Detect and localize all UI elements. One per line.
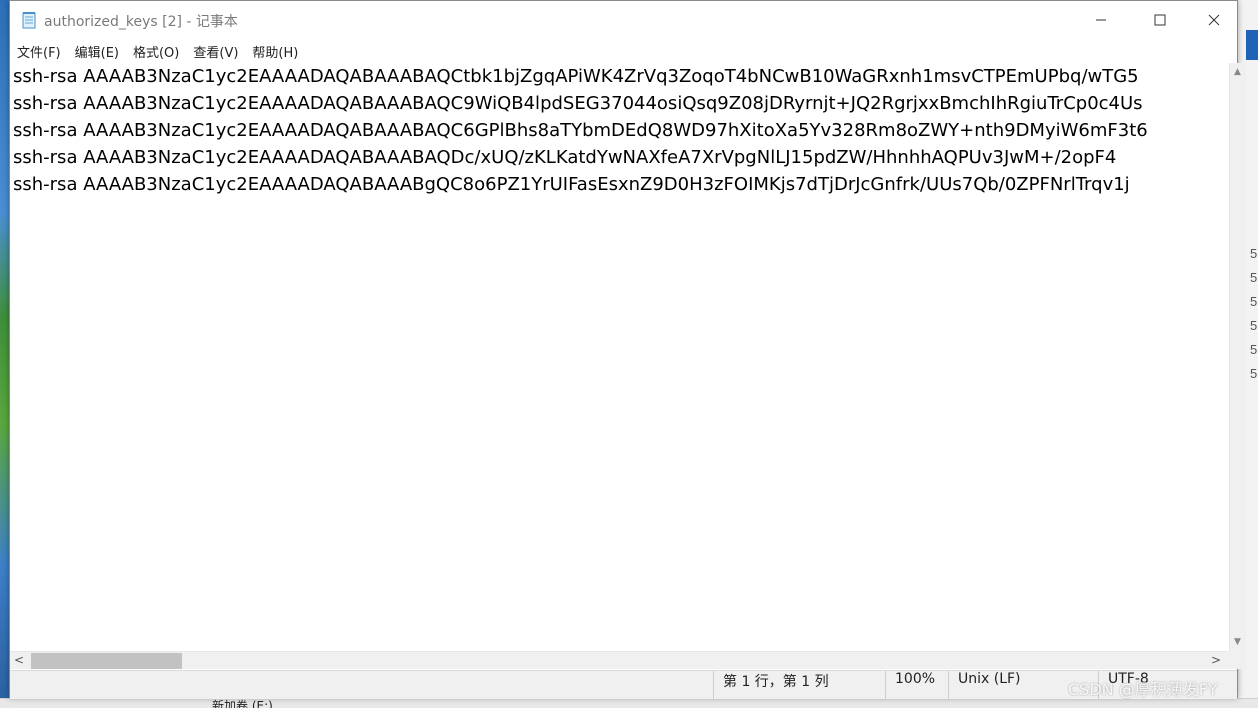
editor-line[interactable]: ssh-rsa AAAAB3NzaC1yc2EAAAADAQABAAABAQC9…: [10, 90, 1229, 117]
maximize-button[interactable]: [1131, 1, 1189, 39]
editor-line[interactable]: ssh-rsa AAAAB3NzaC1yc2EAAAADAQABAAABAQC6…: [10, 117, 1229, 144]
editor-line[interactable]: ssh-rsa AAAAB3NzaC1yc2EAAAADAQABAAABAQCt…: [10, 63, 1229, 90]
horizontal-scroll-thumb[interactable]: [31, 653, 182, 669]
editor-line[interactable]: ssh-rsa AAAAB3NzaC1yc2EAAAADAQABAAABgQC8…: [10, 171, 1229, 198]
scroll-left-icon[interactable]: <: [14, 653, 24, 667]
text-editor[interactable]: ssh-rsa AAAAB3NzaC1yc2EAAAADAQABAAABAQCt…: [10, 63, 1229, 651]
background-window-accent: [1246, 30, 1258, 60]
horizontal-scrollbar[interactable]: < >: [10, 651, 1229, 669]
notepad-icon: [22, 12, 36, 29]
menu-view[interactable]: 查看(V): [186, 39, 245, 63]
scrollbar-corner: [1229, 651, 1246, 669]
menu-help[interactable]: 帮助(H): [245, 39, 305, 63]
menu-edit[interactable]: 编辑(E): [68, 39, 126, 63]
title-bar[interactable]: authorized_keys [2] - 记事本: [10, 1, 1237, 39]
scroll-right-icon[interactable]: >: [1211, 653, 1221, 667]
close-button[interactable]: [1190, 1, 1238, 39]
close-icon: [1208, 14, 1220, 26]
watermark: CSDN @厚积薄发FY: [1068, 680, 1218, 699]
background-number: 56: [1250, 270, 1258, 285]
minimize-icon: [1096, 19, 1106, 21]
status-cursor-position: 第 1 行，第 1 列: [713, 671, 829, 700]
menu-format[interactable]: 格式(O): [126, 39, 186, 63]
background-number: 56: [1250, 342, 1258, 357]
window-title: authorized_keys [2] - 记事本: [44, 14, 238, 30]
scroll-down-icon[interactable]: ▼: [1234, 637, 1241, 647]
menu-file[interactable]: 文件(F): [10, 39, 68, 63]
background-number: 56: [1250, 318, 1258, 333]
maximize-icon: [1154, 14, 1166, 26]
background-number: 56: [1250, 246, 1258, 261]
status-zoom: 100%: [885, 671, 935, 700]
scroll-up-icon[interactable]: ▲: [1234, 67, 1241, 77]
background-number: 56: [1250, 366, 1258, 381]
minimize-button[interactable]: [1072, 1, 1130, 39]
status-line-ending: Unix (LF): [948, 671, 1021, 700]
vertical-scrollbar[interactable]: ▲ ▼: [1229, 63, 1246, 651]
notepad-window: authorized_keys [2] - 记事本 文件(F) 编辑(E) 格式…: [9, 0, 1246, 700]
editor-line[interactable]: ssh-rsa AAAAB3NzaC1yc2EAAAADAQABAAABAQDc…: [10, 144, 1229, 171]
background-number: 56: [1250, 294, 1258, 309]
menu-bar: 文件(F) 编辑(E) 格式(O) 查看(V) 帮助(H): [10, 39, 1237, 63]
status-bar: 第 1 行，第 1 列 100% Unix (LF) UTF-8: [10, 670, 1237, 700]
